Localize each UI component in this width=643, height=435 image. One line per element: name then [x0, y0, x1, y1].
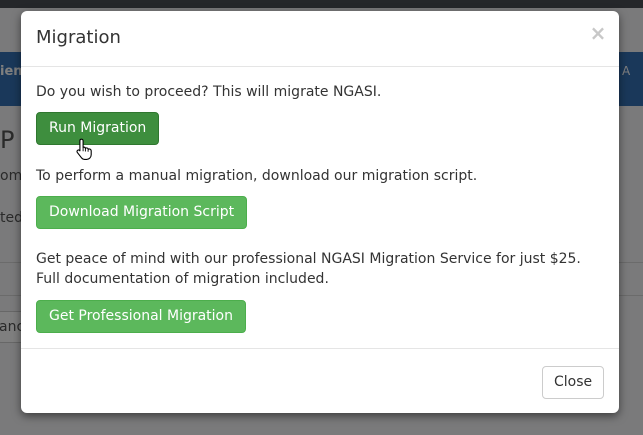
- hand-pointer-icon: [76, 138, 92, 160]
- run-migration-button[interactable]: Run Migration: [36, 112, 160, 145]
- close-button[interactable]: Close: [542, 366, 605, 399]
- migration-modal: Migration × Do you wish to proceed? This…: [21, 11, 619, 413]
- manual-migration-text: To perform a manual migration, download …: [36, 168, 478, 184]
- close-icon[interactable]: ×: [589, 23, 607, 43]
- professional-service-text: Get peace of mind with our professional …: [36, 251, 581, 287]
- proceed-text: Do you wish to proceed? This will migrat…: [36, 84, 382, 100]
- professional-migration-button[interactable]: Get Professional Migration: [36, 300, 246, 333]
- modal-footer: Close: [21, 348, 619, 413]
- download-script-button[interactable]: Download Migration Script: [36, 196, 248, 229]
- modal-title: Migration: [36, 27, 121, 48]
- modal-header: Migration ×: [21, 11, 619, 67]
